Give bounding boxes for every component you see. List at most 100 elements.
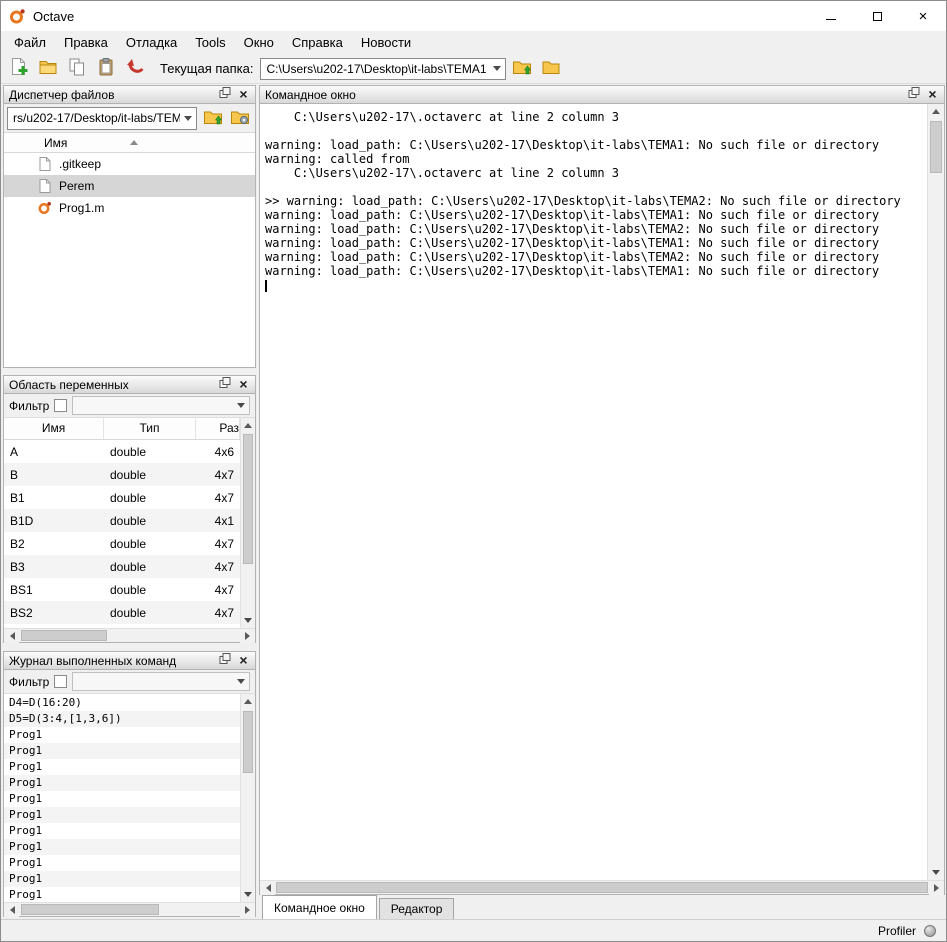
menu-help[interactable]: Справка [283, 32, 352, 53]
history-item[interactable]: Prog1 [4, 791, 240, 807]
workspace-vertical-scrollbar[interactable] [240, 418, 255, 628]
workspace-row[interactable]: B3double4x7 [4, 555, 240, 578]
scroll-left-icon[interactable] [4, 629, 19, 643]
file-browser-path-combobox[interactable]: rs/u202-17/Desktop/it-labs/TEMA1 [7, 107, 197, 130]
close-button[interactable]: × [923, 87, 942, 102]
history-item[interactable]: Prog1 [4, 839, 240, 855]
chevron-down-icon[interactable] [489, 59, 505, 79]
file-browser-titlebar[interactable]: Диспетчер файлов × [4, 86, 255, 104]
history-item[interactable]: Prog1 [4, 775, 240, 791]
history-item[interactable]: D5=D(3:4,[1,3,6]) [4, 711, 240, 727]
current-folder-combobox[interactable]: C:\Users\u202-17\Desktop\it-labs\TEMA1 [260, 58, 506, 80]
workspace-row[interactable]: B1Ddouble4x1 [4, 509, 240, 532]
command-horizontal-scrollbar[interactable] [260, 880, 944, 894]
folder-up-button[interactable] [200, 106, 225, 131]
workspace-row[interactable]: B2double4x7 [4, 532, 240, 555]
menu-file[interactable]: Файл [5, 32, 55, 53]
scrollbar-thumb[interactable] [21, 630, 107, 641]
undock-button[interactable] [904, 87, 923, 102]
scrollbar-thumb[interactable] [21, 904, 159, 915]
scrollbar-thumb[interactable] [243, 434, 253, 564]
history-item[interactable]: Prog1 [4, 855, 240, 871]
command-vertical-scrollbar[interactable] [927, 104, 944, 880]
workspace-titlebar[interactable]: Область переменных × [4, 376, 255, 394]
scroll-up-icon[interactable] [241, 418, 255, 433]
scrollbar-thumb[interactable] [276, 882, 928, 893]
history-vertical-scrollbar[interactable] [240, 694, 255, 902]
workspace-row[interactable]: Adouble4x6 [4, 440, 240, 463]
folder-settings-button[interactable] [227, 106, 252, 131]
close-button[interactable]: × [900, 1, 946, 31]
history-item[interactable]: D4=D(16:20) [4, 695, 240, 711]
new-script-button[interactable] [6, 56, 32, 82]
folder-up-button[interactable] [509, 56, 535, 82]
chevron-down-icon[interactable] [180, 108, 196, 129]
file-list-header[interactable]: Имя [4, 133, 255, 153]
paste-button[interactable] [93, 56, 119, 82]
scroll-left-icon[interactable] [260, 881, 275, 895]
menu-edit[interactable]: Правка [55, 32, 117, 53]
scroll-up-icon[interactable] [928, 104, 944, 119]
close-button[interactable]: × [234, 87, 253, 102]
panel-splitter[interactable] [3, 368, 256, 375]
scroll-down-icon[interactable] [241, 613, 255, 628]
scroll-right-icon[interactable] [240, 903, 255, 917]
profiler-status-icon[interactable] [924, 925, 936, 937]
open-folder-button[interactable] [35, 56, 61, 82]
file-row[interactable]: .gitkeep [4, 153, 255, 175]
scroll-up-icon[interactable] [241, 694, 255, 709]
tab-command-window[interactable]: Командное окно [262, 895, 377, 919]
filter-checkbox[interactable] [54, 675, 67, 688]
workspace-row[interactable]: Bdouble4x7 [4, 463, 240, 486]
history-titlebar[interactable]: Журнал выполненных команд × [4, 652, 255, 670]
folder-button[interactable] [538, 56, 564, 82]
scrollbar-thumb[interactable] [930, 121, 942, 173]
menu-news[interactable]: Новости [352, 32, 420, 53]
scroll-right-icon[interactable] [240, 629, 255, 643]
minimize-button[interactable] [808, 1, 854, 31]
scroll-down-icon[interactable] [241, 887, 255, 902]
workspace-column-header[interactable]: Имя [4, 418, 104, 439]
panel-splitter[interactable] [3, 643, 256, 651]
close-button[interactable]: × [234, 377, 253, 392]
history-item[interactable]: Prog1 [4, 807, 240, 823]
menu-debug[interactable]: Отладка [117, 32, 186, 53]
history-item[interactable]: Prog1 [4, 743, 240, 759]
history-item[interactable]: Prog1 [4, 727, 240, 743]
filter-combobox[interactable] [72, 396, 250, 415]
file-row[interactable]: Prog1.m [4, 197, 255, 219]
scrollbar-thumb[interactable] [243, 711, 253, 773]
undock-button[interactable] [215, 377, 234, 392]
menu-window[interactable]: Окно [235, 32, 283, 53]
workspace-column-header[interactable]: Тип [104, 418, 196, 439]
file-row[interactable]: Perem [4, 175, 255, 197]
workspace-column-header[interactable]: Раз [196, 418, 240, 439]
scroll-down-icon[interactable] [928, 865, 944, 880]
history-item[interactable]: Prog1 [4, 759, 240, 775]
menu-tools[interactable]: Tools [186, 32, 234, 53]
workspace-row[interactable]: BS1double4x7 [4, 578, 240, 601]
scroll-right-icon[interactable] [929, 881, 944, 895]
workspace-horizontal-scrollbar[interactable] [4, 628, 255, 642]
titlebar[interactable]: Octave × [1, 1, 946, 31]
close-button[interactable]: × [234, 653, 253, 668]
workspace-row[interactable]: BS2double4x7 [4, 601, 240, 624]
scroll-left-icon[interactable] [4, 903, 19, 917]
undock-button[interactable] [215, 653, 234, 668]
terminal[interactable]: C:\Users\u202-17\.octaverc at line 2 col… [260, 104, 927, 880]
chevron-down-icon[interactable] [233, 397, 249, 414]
undo-button[interactable] [122, 56, 148, 82]
filter-checkbox[interactable] [54, 399, 67, 412]
tab-editor[interactable]: Редактор [379, 898, 455, 919]
command-window-titlebar[interactable]: Командное окно × [260, 86, 944, 104]
workspace-row[interactable]: B1double4x7 [4, 486, 240, 509]
filter-combobox[interactable] [72, 672, 250, 691]
maximize-button[interactable] [854, 1, 900, 31]
chevron-down-icon[interactable] [233, 673, 249, 690]
history-horizontal-scrollbar[interactable] [4, 902, 255, 916]
history-item[interactable]: Prog1 [4, 871, 240, 887]
copy-button[interactable] [64, 56, 90, 82]
history-item[interactable]: Prog1 [4, 887, 240, 902]
undock-button[interactable] [215, 87, 234, 102]
history-item[interactable]: Prog1 [4, 823, 240, 839]
